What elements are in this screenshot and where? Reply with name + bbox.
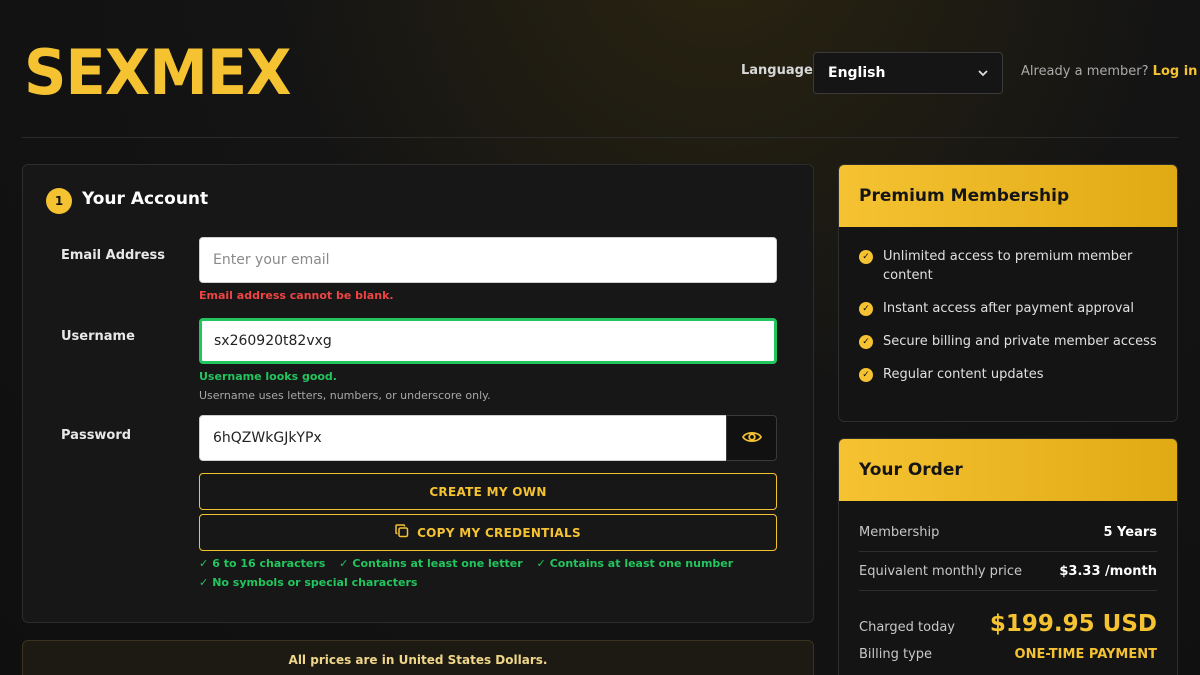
monthly-price-value: $3.33 /month [1059,563,1157,579]
check-circle-icon: ✓ [859,250,873,264]
check-circle-icon: ✓ [859,335,873,349]
benefit-text: Instant access after payment approval [883,301,1134,316]
monthly-price-label: Equivalent monthly price [859,563,1023,579]
premium-title: Premium Membership [839,165,1177,227]
create-my-own-label: CREATE MY OWN [429,484,547,499]
benefit-text: Unlimited access to premium member conte… [883,249,1133,283]
password-field[interactable]: 6hQZWkGJkYPx [199,415,727,461]
order-row-billing: Billing type ONE-TIME PAYMENT [859,647,1157,662]
password-label: Password [61,428,132,443]
language-value: English [828,65,886,81]
eye-icon [741,429,762,448]
create-my-own-button[interactable]: CREATE MY OWN [199,473,777,510]
password-rule-text: Contains at least one number [549,557,734,570]
billing-type-value: ONE-TIME PAYMENT [1014,647,1157,662]
charged-today-label: Charged today [859,620,955,635]
order-row-membership: Membership 5 Years [859,513,1157,552]
password-rules: ✓ 6 to 16 characters ✓ Contains at least o… [199,554,759,592]
benefit-item: ✓ Regular content updates [859,365,1157,384]
order-summary-card: Your Order Membership 5 Years Equivalent… [838,438,1178,675]
check-icon: ✓ [339,557,349,570]
benefit-text: Regular content updates [883,367,1044,382]
billing-type-label: Billing type [859,647,933,662]
check-circle-icon: ✓ [859,302,873,316]
password-rule: ✓ Contains at least one number [536,554,733,573]
chevron-down-icon [978,67,988,80]
username-hint: Username uses letters, numbers, or under… [199,389,491,402]
copy-credentials-label: COPY MY CREDENTIALS [417,525,581,540]
currency-notice: All prices are in United States Dollars. [22,640,814,675]
order-row-monthly: Equivalent monthly price $3.33 /month [859,552,1157,591]
check-icon: ✓ [536,557,546,570]
password-rule-text: 6 to 16 characters [212,557,326,570]
login-link[interactable]: Log in [1153,64,1198,79]
username-label: Username [61,329,135,344]
password-rule-text: No symbols or special characters [212,576,418,589]
password-rule: ✓ 6 to 16 characters [199,554,325,573]
username-success-message: Username looks good. [199,370,337,383]
account-card: 1 Your Account Email Address Enter your … [22,164,814,623]
charged-today-value: $199.95 USD [989,611,1157,637]
benefit-item: ✓ Instant access after payment approval [859,299,1157,318]
member-login-prompt: Already a member? Log in [1021,64,1197,79]
step-number-badge: 1 [46,188,72,214]
benefit-item: ✓ Secure billing and private member acces… [859,332,1157,351]
account-title: Your Account [82,189,209,209]
benefits-list: ✓ Unlimited access to premium member cont… [839,227,1177,384]
site-logo[interactable]: SEXMEX [24,38,292,108]
username-field[interactable]: sx260920t82vxg [199,318,777,364]
check-icon: ✓ [199,576,209,589]
order-row-charged: Charged today $199.95 USD [859,611,1157,637]
benefit-item: ✓ Unlimited access to premium member cont… [859,247,1157,285]
password-rule-text: Contains at least one letter [352,557,523,570]
member-prompt-text: Already a member? [1021,64,1149,79]
email-field[interactable]: Enter your email [199,237,777,283]
order-details: Membership 5 Years Equivalent monthly pr… [839,513,1177,662]
copy-credentials-button[interactable]: COPY MY CREDENTIALS [199,514,777,551]
premium-membership-card: Premium Membership ✓ Unlimited access to … [838,164,1178,422]
check-circle-icon: ✓ [859,368,873,382]
password-rule: ✓ No symbols or special characters [199,573,417,592]
check-icon: ✓ [199,557,209,570]
email-error-message: Email address cannot be blank. [199,289,394,302]
membership-value: 5 Years [1103,524,1157,540]
membership-label: Membership [859,524,940,540]
site-header: SEXMEX Language English Already a member… [22,0,1197,138]
password-rule: ✓ Contains at least one letter [339,554,522,573]
show-password-button[interactable] [726,415,777,461]
order-title: Your Order [839,439,1177,501]
benefit-text: Secure billing and private member access [883,334,1157,349]
email-label: Email Address [61,248,166,263]
language-label: Language [741,63,813,78]
copy-icon [395,524,409,541]
language-select[interactable]: English [813,52,1003,94]
